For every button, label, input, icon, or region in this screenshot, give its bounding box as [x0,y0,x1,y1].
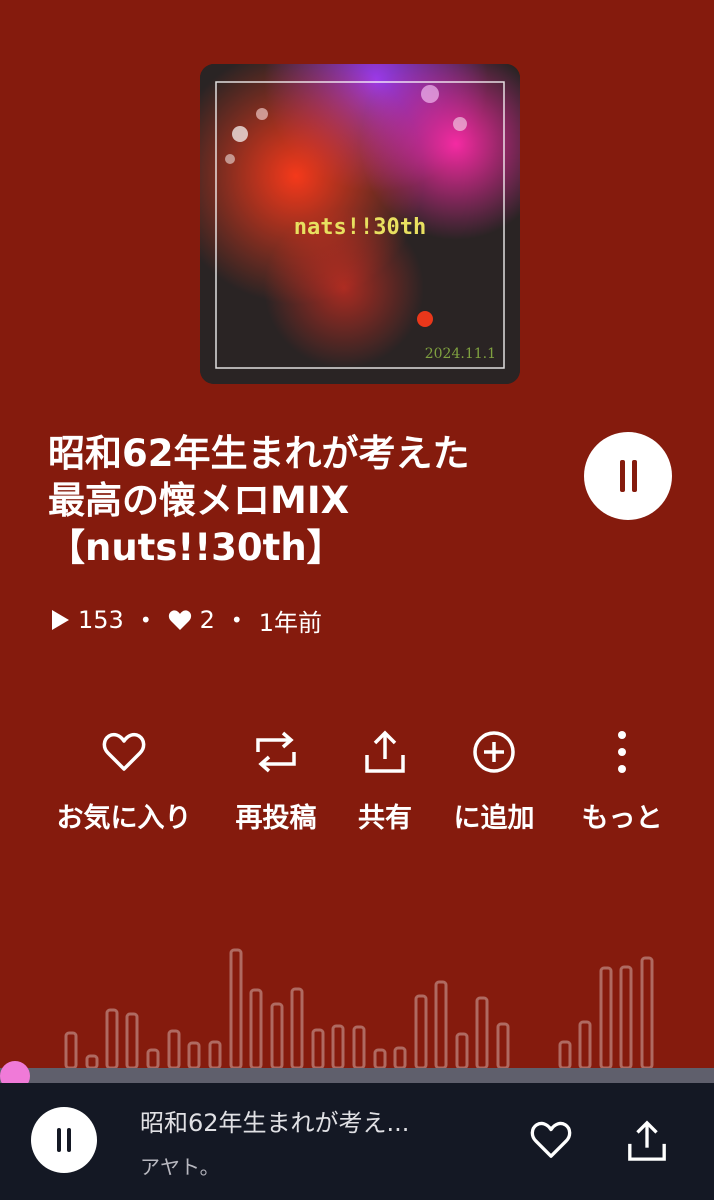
waveform-bar [558,1040,572,1070]
pause-icon [619,460,637,492]
play-count: 153 [78,606,124,634]
mini-player[interactable]: 昭和62年生まれが考え... アヤト。 [0,1083,714,1200]
favorite-label: お気に入り [56,803,192,834]
more-label: もっと [581,803,663,834]
share-icon [365,730,405,773]
mini-pause-button[interactable] [31,1107,97,1173]
progress-bar[interactable] [0,1068,714,1083]
pause-icon [57,1128,71,1152]
share-icon [628,1120,666,1161]
mini-player-title: 昭和62年生まれが考え... [140,1109,410,1137]
waveform-bar [599,966,613,1070]
waveform-bar [229,948,243,1070]
waveform-bar [455,1032,469,1070]
waveform-bar [496,1022,510,1070]
like-count: 2 [199,606,215,634]
track-stats: 153 • 2 • 1年前 [50,603,322,637]
waveform-bar [105,1008,119,1070]
separator-dot: • [139,608,152,632]
waveform-bar [167,1029,181,1070]
add-circle-icon [473,731,515,773]
separator-dot: • [230,608,243,632]
waveform-bar [146,1048,160,1070]
track-title: 昭和62年生まれが考えた 最高の懐メロMIX 【nuts!!30th】 [48,432,470,569]
waveform[interactable] [0,940,714,1070]
mini-like-button[interactable] [530,1121,572,1163]
add-to-label: に追加 [453,803,535,834]
heart-outline-icon [530,1121,572,1158]
waveform-bar [64,1031,78,1070]
pause-button[interactable] [584,432,672,520]
like-count-icon [168,610,191,630]
play-count-icon [52,610,69,630]
more-vertical-icon [618,731,626,773]
mini-share-button[interactable] [626,1119,668,1167]
waveform-bar [373,1048,387,1070]
waveform-bar [352,1025,366,1070]
more-button[interactable]: もっと [542,728,702,835]
waveform-bar [270,1002,284,1070]
waveform-bar [290,987,304,1070]
waveform-bar [331,1024,345,1070]
artwork-date-text: 2024.11.1 [425,346,496,362]
waveform-bar [475,996,489,1070]
share-label: 共有 [358,803,412,834]
waveform-bar [393,1046,407,1070]
waveform-bar [578,1020,592,1070]
waveform-bar [208,1040,222,1070]
waveform-bar [249,988,263,1070]
waveform-bar [85,1054,99,1070]
repost-icon [256,731,296,773]
heart-outline-icon [102,732,146,771]
mini-player-artist[interactable]: アヤト。 [140,1151,220,1180]
waveform-bar [125,1012,139,1070]
waveform-bar [187,1041,201,1070]
action-bar: お気に入り 再投稿 共有 に追加 もっと [0,728,714,838]
track-artwork[interactable]: nats!!30th 2024.11.1 [200,64,520,384]
waveform-bar [434,980,448,1070]
waveform-bar [414,994,428,1070]
waveform-bar [640,956,654,1070]
waveform-bar [311,1028,325,1070]
artwork-title-text: nats!!30th [294,215,426,240]
waveform-bar [619,965,633,1070]
favorite-button[interactable]: お気に入り [44,728,204,835]
posted-time: 1年前 [258,608,322,637]
